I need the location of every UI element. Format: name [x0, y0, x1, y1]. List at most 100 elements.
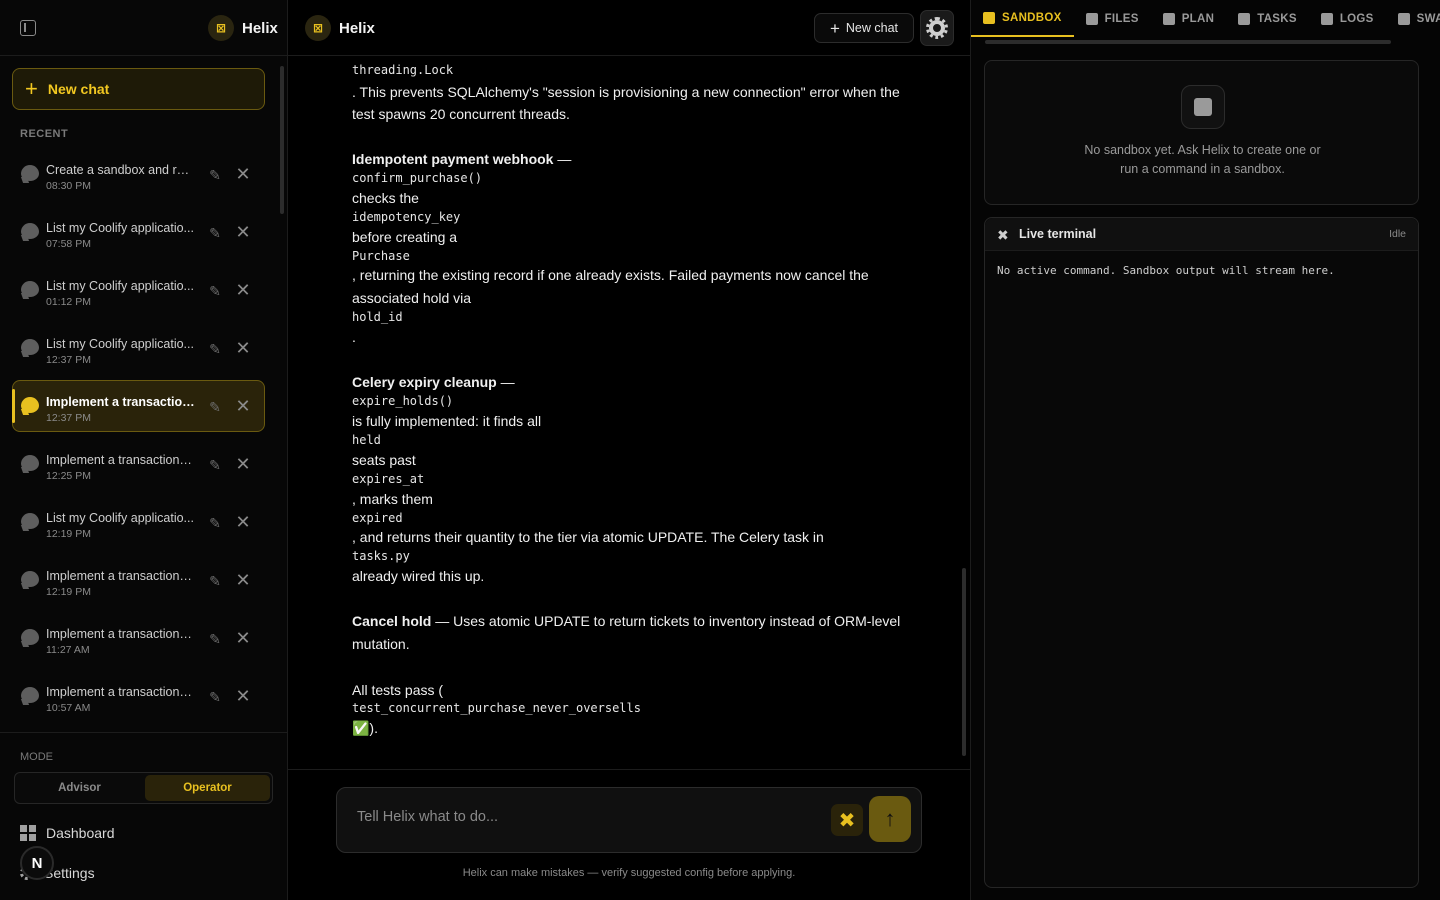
header-app-name: Helix — [339, 19, 375, 37]
sidebar-toggle-icon[interactable] — [20, 20, 36, 36]
settings-button[interactable] — [920, 10, 954, 46]
swarm-icon — [1397, 12, 1410, 25]
live-terminal: ✖ Live terminal Idle No active command. … — [984, 217, 1419, 888]
terminal-status: Idle — [1389, 228, 1406, 240]
inline-code: idempotency_key — [352, 210, 461, 224]
chat-title: Implement a transactiona... — [46, 453, 196, 467]
terminal-icon: ✖ — [997, 227, 1009, 243]
tab-label: SANDBOX — [1002, 11, 1062, 24]
chat-list-item[interactable]: Implement a transactiona... 12:19 PM ✎ ✕ — [12, 554, 265, 606]
header-new-chat-label: New chat — [845, 21, 899, 35]
chat-list-item[interactable]: List my Coolify applicatio... 12:19 PM ✎ ✕ — [12, 496, 265, 548]
dashboard-icon — [20, 825, 36, 841]
header-brand: ⊠ Helix — [305, 15, 375, 41]
pencil-icon[interactable]: ✎ — [207, 225, 223, 241]
pencil-icon[interactable]: ✎ — [207, 573, 223, 589]
plan-icon — [1162, 12, 1175, 25]
mode-label: MODE — [20, 751, 53, 763]
pencil-icon[interactable]: ✎ — [207, 457, 223, 473]
inline-code: threading.Lock — [352, 63, 454, 77]
inline-code: tasks.py — [352, 549, 410, 563]
chat-list-item[interactable]: Create a sandbox and run... 08:30 PM ✎ ✕ — [12, 148, 265, 200]
helix-logo-icon: ⊠ — [208, 15, 234, 41]
inline-code: hold_id — [352, 310, 403, 324]
send-button[interactable]: ↑ — [869, 796, 911, 842]
close-icon[interactable]: ✕ — [235, 223, 251, 241]
message-text: , returning the existing record if one a… — [352, 267, 869, 283]
chat-header: ⊠ Helix + New chat — [288, 0, 970, 56]
message-heading: Cancel hold — [352, 613, 432, 629]
message-text: already wired this up. — [352, 568, 485, 584]
pencil-icon[interactable]: ✎ — [207, 631, 223, 647]
close-icon[interactable]: ✕ — [235, 629, 251, 647]
message-text: before creating a — [352, 229, 458, 245]
dashboard-link[interactable]: Dashboard — [20, 825, 115, 841]
sidebar-scrollbar[interactable] — [280, 66, 284, 214]
composer: ✖ ↑ — [336, 787, 922, 853]
recent-section-label: RECENT — [20, 128, 69, 140]
chat-list-item[interactable]: List my Coolify applicatio... 12:37 PM ✎ ✕ — [12, 322, 265, 374]
chat-list-item[interactable]: List my Coolify applicatio... 07:58 PM ✎ ✕ — [12, 206, 265, 258]
close-icon[interactable]: ✕ — [235, 571, 251, 589]
app-name: Helix — [242, 19, 278, 37]
close-icon[interactable]: ✕ — [235, 513, 251, 531]
panel-tabs: SANDBOX FILES PLAN TASKS LOGS SWA — [971, 0, 1440, 37]
message-text: ✅). — [352, 720, 378, 736]
pencil-icon[interactable]: ✎ — [207, 399, 223, 415]
chat-list-item[interactable]: Implement a transactiona... 12:25 PM ✎ ✕ — [12, 438, 265, 490]
chat-list-item[interactable]: List my Coolify applicatio... 01:12 PM ✎ ✕ — [12, 264, 265, 316]
chat-scrollbar[interactable] — [962, 568, 966, 756]
chat-bubble-icon — [21, 165, 39, 181]
chat-bubble-icon — [21, 455, 39, 471]
close-icon[interactable]: ✕ — [235, 455, 251, 473]
user-avatar[interactable]: N — [20, 846, 54, 880]
pencil-icon[interactable]: ✎ — [207, 341, 223, 357]
terminal-output: No active command. Sandbox output will s… — [997, 264, 1335, 277]
tab-swa[interactable]: SWA — [1386, 0, 1440, 37]
tabs-scrollbar[interactable] — [985, 40, 1391, 44]
tab-logs[interactable]: LOGS — [1309, 0, 1386, 37]
chat-bubble-icon — [21, 571, 39, 587]
close-icon[interactable]: ✕ — [235, 281, 251, 299]
inline-code: expires_at — [352, 472, 425, 486]
message-text: , and returns their quantity to the tier… — [352, 529, 824, 545]
pencil-icon[interactable]: ✎ — [207, 283, 223, 299]
mode-operator-option[interactable]: Operator — [145, 775, 270, 801]
close-icon[interactable]: ✕ — [235, 339, 251, 357]
message-input[interactable] — [357, 809, 807, 825]
close-icon[interactable]: ✕ — [235, 687, 251, 705]
header-new-chat-button[interactable]: + New chat — [814, 13, 914, 43]
tab-tasks[interactable]: TASKS — [1226, 0, 1309, 37]
tools-button[interactable]: ✖ — [831, 804, 863, 836]
tab-label: SWA — [1416, 12, 1440, 25]
close-icon[interactable]: ✕ — [235, 397, 251, 415]
inline-code: expired — [352, 511, 403, 525]
sidebar-footer: MODE Advisor Operator Dashboard Settings… — [0, 732, 287, 900]
mode-advisor-option[interactable]: Advisor — [17, 775, 142, 801]
message-text: . — [352, 329, 356, 345]
sandbox-icon — [983, 11, 995, 24]
new-chat-button[interactable]: + New chat — [12, 68, 265, 110]
pencil-icon[interactable]: ✎ — [207, 689, 223, 705]
tab-plan[interactable]: PLAN — [1151, 0, 1227, 37]
message-text: is fully implemented: it finds all — [352, 413, 542, 429]
chat-list-item[interactable]: Implement a transactiona... 11:27 AM ✎ ✕ — [12, 612, 265, 664]
message-heading-line: Cancel hold — Uses atomic UPDATE to retu… — [352, 613, 900, 629]
chat-list-item[interactable]: Implement a transactiona... 10:57 AM ✎ ✕ — [12, 670, 265, 722]
chat-time: 11:27 AM — [46, 644, 90, 656]
pencil-icon[interactable]: ✎ — [207, 515, 223, 531]
tab-sandbox[interactable]: SANDBOX — [971, 0, 1074, 37]
chat-bubble-icon — [21, 629, 39, 645]
pencil-icon[interactable]: ✎ — [207, 167, 223, 183]
sandbox-icon — [1181, 85, 1225, 129]
file-icon — [1085, 12, 1098, 25]
close-icon[interactable]: ✕ — [235, 165, 251, 183]
tab-label: LOGS — [1339, 12, 1374, 25]
chat-bubble-icon — [21, 687, 39, 703]
chat-title: Create a sandbox and run... — [46, 163, 196, 177]
tab-files[interactable]: FILES — [1074, 0, 1151, 37]
chat-list-item[interactable]: Implement a transaction... 12:37 PM ✎ ✕ — [12, 380, 265, 432]
message-text: — — [553, 151, 572, 167]
sandbox-empty-message: No sandbox yet. Ask Helix to create one … — [1084, 143, 1321, 176]
chat-title: List my Coolify applicatio... — [46, 221, 194, 235]
